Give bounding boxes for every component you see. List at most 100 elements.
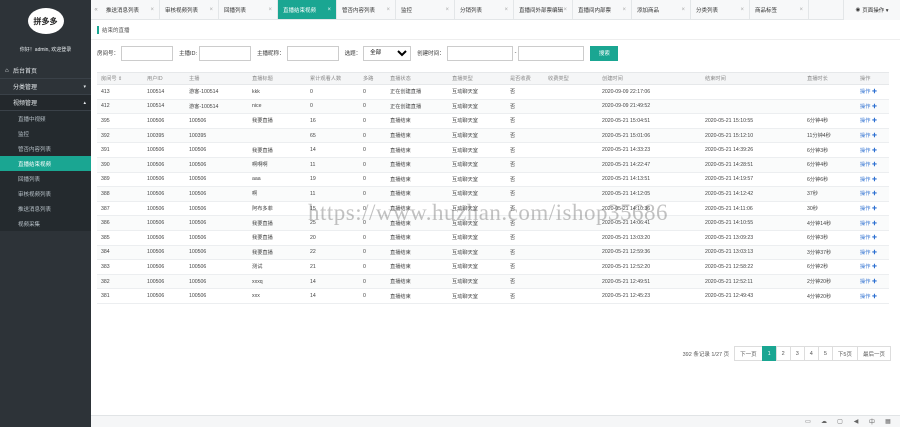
table-cell: 直播结束 <box>386 128 448 144</box>
tab-3[interactable]: 直播结束视频 × <box>278 0 337 19</box>
table-cell <box>544 84 598 100</box>
close-icon[interactable]: × <box>563 7 567 13</box>
page-button-2[interactable]: 2 <box>775 346 791 361</box>
table-cell: 互动聊天室 <box>448 113 506 129</box>
row-operation-button[interactable]: 操作 ✚ <box>856 201 889 217</box>
table-row: 388 100506 100506 啊 11 0 直播结束 互动聊天室否 2020-05-21 … <box>97 186 889 202</box>
close-icon[interactable]: × <box>386 7 390 13</box>
tab-scroll-left-icon[interactable]: « <box>91 0 101 19</box>
host-name-input[interactable] <box>286 45 339 61</box>
close-icon[interactable]: × <box>150 7 154 13</box>
sidebar-group-0[interactable]: ⌂ 后台首页 <box>0 63 91 79</box>
page-button-5[interactable]: 5 <box>817 346 833 361</box>
table-cell: 11 <box>306 186 359 202</box>
row-operation-button[interactable]: 操作 ✚ <box>856 113 889 129</box>
page-operations-button[interactable]: ◉ 页面操作 ▾ <box>843 0 900 20</box>
page-button-1[interactable]: 1 <box>761 346 777 361</box>
table-cell: 6分钟6秒 <box>803 172 856 188</box>
close-icon[interactable]: × <box>445 7 449 13</box>
row-operation-button[interactable]: 操作 ✚ <box>856 259 889 275</box>
sidebar-group-1[interactable]: 分类管理 ▾ <box>0 79 91 95</box>
row-operation-button[interactable]: 操作 ✚ <box>856 215 889 231</box>
table-cell: 2020-05-21 14:10:55 <box>701 215 803 231</box>
last-page-button[interactable]: 最后一页 <box>856 346 891 361</box>
row-operation-button[interactable]: 操作 ✚ <box>856 99 889 115</box>
row-operation-button[interactable]: 操作 ✚ <box>856 128 889 144</box>
close-icon[interactable]: × <box>504 7 508 13</box>
row-operation-button[interactable]: 操作 ✚ <box>856 245 889 261</box>
pick-select[interactable]: 全部 <box>363 45 412 61</box>
tab-0[interactable]: 推送消息列表 × <box>101 0 160 19</box>
close-icon[interactable]: × <box>327 7 331 13</box>
sidebar-group-2[interactable]: 视频管理 ▴ <box>0 95 91 111</box>
next-5-pages-button[interactable]: 下5页 <box>831 346 858 361</box>
row-operation-button[interactable]: 操作 ✚ <box>856 84 889 100</box>
row-operation-button[interactable]: 操作 ✚ <box>856 142 889 158</box>
tab-2[interactable]: 回播列表 × <box>219 0 278 19</box>
tab-label: 管否内容列表 <box>342 7 376 14</box>
close-icon[interactable]: × <box>681 7 685 13</box>
column-header: 收费类型 <box>544 72 598 85</box>
sidebar-item-7[interactable]: 视频采集 <box>0 216 91 231</box>
table-cell: 直播结束 <box>386 157 448 173</box>
prev-page-button[interactable]: 下一页 <box>734 346 763 361</box>
column-header: 用户ID <box>143 72 185 85</box>
close-icon[interactable]: × <box>622 7 626 13</box>
close-icon[interactable]: × <box>740 7 744 13</box>
monitor-icon[interactable]: ▭ <box>802 418 814 425</box>
sidebar-item-1[interactable]: 监控 <box>0 126 91 141</box>
row-operation-button[interactable]: 操作 ✚ <box>856 186 889 202</box>
grid-icon[interactable]: ▦ <box>882 418 894 425</box>
table-cell: 390 <box>97 157 143 173</box>
cloud-icon[interactable]: ☁ <box>818 418 830 425</box>
tab-1[interactable]: 审核视频列表 × <box>160 0 219 19</box>
host-id-input[interactable] <box>199 45 252 61</box>
close-icon[interactable]: × <box>799 7 803 13</box>
window-icon[interactable]: ▢ <box>834 418 846 425</box>
table-cell <box>544 245 598 261</box>
row-operation-button[interactable]: 操作 ✚ <box>856 172 889 188</box>
tab-5[interactable]: 监控 × <box>396 0 455 19</box>
row-operation-button[interactable]: 操作 ✚ <box>856 274 889 290</box>
table-row: 390 100506 100506 啊啊啊 11 0 直播结束 互动聊天室否 2020-05-2… <box>97 157 889 173</box>
table-cell: 2020-05-21 14:39:26 <box>701 142 803 158</box>
created-from-input[interactable] <box>446 45 513 61</box>
page-button-4[interactable]: 4 <box>803 346 819 361</box>
tab-9[interactable]: 添加商品 × <box>632 0 691 19</box>
page-button-3[interactable]: 3 <box>789 346 805 361</box>
tab-4[interactable]: 管否内容列表 × <box>337 0 396 19</box>
sidebar-item-2[interactable]: 管否内容列表 <box>0 141 91 156</box>
search-button[interactable]: 搜索 <box>590 45 619 61</box>
live-table: 房间号 ⇕ 用户ID 主播 直播标题 累计观看人数 多路 直播状态 直播类型 是否收费 收费类型创… <box>97 72 889 304</box>
created-to-input[interactable] <box>518 45 585 61</box>
sidebar-group-label: 分类管理 <box>13 85 38 91</box>
tab-6[interactable]: 分销列表 × <box>455 0 514 19</box>
close-icon[interactable]: × <box>209 7 213 13</box>
row-operation-button[interactable]: 操作 ✚ <box>856 288 889 304</box>
speaker-icon[interactable]: ◀ <box>850 418 862 425</box>
welcome-text: 你好！admin, 欢迎登录 <box>19 47 72 53</box>
tab-8[interactable]: 直播间内部票 × <box>573 0 632 19</box>
sidebar-item-3[interactable]: 直播结束视频 <box>0 156 91 171</box>
row-operation-button[interactable]: 操作 ✚ <box>856 230 889 246</box>
sidebar-item-0[interactable]: 直播中视频 <box>0 111 91 126</box>
table-cell: 否 <box>506 128 544 144</box>
room-number-input[interactable] <box>121 45 174 61</box>
table-cell <box>544 274 598 290</box>
sidebar-item-6[interactable]: 推送消息列表 <box>0 201 91 216</box>
table-cell <box>544 230 598 246</box>
table-cell: 100506 <box>185 259 248 275</box>
tab-label: 推送消息列表 <box>106 7 140 14</box>
row-operation-button[interactable]: 操作 ✚ <box>856 157 889 173</box>
pick-label: 选题： <box>344 51 362 57</box>
sidebar-item-5[interactable]: 审核视频列表 <box>0 186 91 201</box>
table-cell: 0 <box>306 84 359 100</box>
tab-11[interactable]: 商品标签 × <box>750 0 809 19</box>
sidebar-item-4[interactable]: 回播列表 <box>0 171 91 186</box>
close-icon[interactable]: × <box>268 7 272 13</box>
tab-10[interactable]: 分类列表 × <box>691 0 750 19</box>
ime-icon[interactable]: 中 <box>866 417 878 426</box>
table-cell: 我要直播 <box>248 142 306 158</box>
column-header[interactable]: 房间号 ⇕ <box>97 72 143 85</box>
tab-7[interactable]: 直播间外部票编辑 × <box>514 0 573 19</box>
